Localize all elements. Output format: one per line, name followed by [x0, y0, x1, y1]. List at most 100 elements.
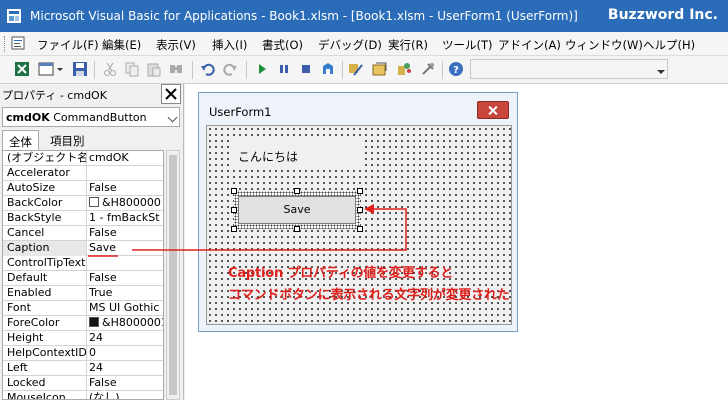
- caption-value-input[interactable]: Save: [89, 241, 163, 256]
- menu-help[interactable]: ヘルプ(H): [643, 37, 695, 53]
- property-value[interactable]: False: [89, 181, 163, 196]
- copy-icon[interactable]: [124, 61, 140, 77]
- property-row[interactable]: (オブジェクト名) cmdOK: [3, 151, 163, 166]
- resize-handle-e[interactable]: [357, 207, 363, 213]
- property-name: Enabled: [3, 286, 87, 301]
- property-row[interactable]: Locked False: [3, 376, 163, 391]
- property-row[interactable]: Left 24: [3, 361, 163, 376]
- design-mode-icon[interactable]: [320, 61, 336, 77]
- property-row[interactable]: ControlTipText: [3, 256, 163, 271]
- property-value[interactable]: False: [89, 376, 163, 391]
- property-value[interactable]: 24: [89, 361, 163, 376]
- property-row[interactable]: Accelerator: [3, 166, 163, 181]
- property-row[interactable]: Cancel False: [3, 226, 163, 241]
- excel-view-icon[interactable]: [14, 61, 30, 77]
- menu-file[interactable]: ファイル(F): [37, 37, 99, 53]
- annotation-text-line1: Caption プロパティの値を変更すると: [228, 266, 454, 281]
- property-value[interactable]: [89, 166, 163, 181]
- toolbar-separator: [94, 61, 95, 79]
- menu-debug[interactable]: デバッグ(D): [318, 37, 382, 53]
- resize-handle-ne[interactable]: [357, 188, 363, 194]
- toolbar-separator: [192, 61, 193, 79]
- property-row[interactable]: Font MS UI Gothic: [3, 301, 163, 316]
- resize-handle-sw[interactable]: [231, 226, 237, 232]
- property-value[interactable]: [89, 256, 163, 271]
- resize-handle-se[interactable]: [357, 226, 363, 232]
- userform-title: UserForm1: [209, 105, 272, 119]
- help-icon[interactable]: ?: [448, 61, 464, 77]
- property-row[interactable]: BackColor &H800000: [3, 196, 163, 211]
- resize-handle-n[interactable]: [294, 188, 300, 194]
- menu-view[interactable]: 表示(V): [156, 37, 196, 53]
- property-value[interactable]: False: [89, 226, 163, 241]
- tab-alphabetic[interactable]: 全体: [2, 130, 39, 150]
- userform-close-button[interactable]: [477, 101, 509, 119]
- find-icon[interactable]: [168, 61, 184, 77]
- menu-addins[interactable]: アドイン(A): [498, 37, 561, 53]
- resize-handle-nw[interactable]: [231, 188, 237, 194]
- property-value[interactable]: 0: [89, 346, 163, 361]
- brand-watermark: Buzzword Inc.: [607, 7, 718, 23]
- property-value[interactable]: 1 - fmBackSt: [89, 211, 163, 226]
- property-value[interactable]: (なし): [89, 391, 163, 399]
- property-value[interactable]: MS UI Gothic: [89, 301, 163, 316]
- property-value[interactable]: True: [89, 286, 163, 301]
- property-row[interactable]: ForeColor &H8000001: [3, 316, 163, 331]
- property-name: ForeColor: [3, 316, 87, 331]
- chevron-down-icon: [657, 70, 665, 74]
- menu-window[interactable]: ウィンドウ(W): [565, 37, 643, 53]
- toolbar-status-field[interactable]: [470, 59, 668, 79]
- property-value[interactable]: cmdOK: [89, 151, 163, 166]
- code-window-icon[interactable]: [11, 36, 25, 50]
- menu-insert[interactable]: 挿入(I): [212, 37, 247, 53]
- cut-icon[interactable]: [102, 61, 118, 77]
- toolbox-icon[interactable]: [420, 61, 436, 77]
- redo-icon[interactable]: [222, 61, 238, 77]
- cmdok-command-button[interactable]: Save: [238, 196, 356, 224]
- paste-icon[interactable]: [146, 61, 162, 77]
- property-row[interactable]: HelpContextID 0: [3, 346, 163, 361]
- scrollbar-thumb[interactable]: [169, 155, 177, 395]
- run-icon[interactable]: [254, 61, 270, 77]
- break-icon[interactable]: [276, 61, 292, 77]
- property-row[interactable]: Height 24: [3, 331, 163, 346]
- object-browser-icon[interactable]: [396, 61, 412, 77]
- object-selector[interactable]: cmdOK CommandButton: [2, 107, 180, 127]
- property-row[interactable]: Default False: [3, 271, 163, 286]
- project-explorer-icon[interactable]: [348, 61, 364, 77]
- resize-handle-s[interactable]: [294, 226, 300, 232]
- menu-run[interactable]: 実行(R): [388, 37, 428, 53]
- property-row[interactable]: AutoSize False: [3, 181, 163, 196]
- reset-icon[interactable]: [298, 61, 314, 77]
- properties-window-icon[interactable]: [372, 61, 388, 77]
- menu-edit[interactable]: 編集(E): [102, 37, 141, 53]
- greeting-label[interactable]: こんにちは: [231, 140, 363, 170]
- insert-userform-icon[interactable]: [38, 61, 54, 77]
- svg-text:?: ?: [453, 65, 459, 76]
- property-value-color[interactable]: &H8000001: [89, 316, 163, 331]
- window-title-bar: Microsoft Visual Basic for Applications …: [0, 0, 728, 32]
- property-value: &H800000: [102, 196, 161, 209]
- toolbar-separator: [246, 61, 247, 79]
- property-name: Font: [3, 301, 87, 316]
- property-row[interactable]: Enabled True: [3, 286, 163, 301]
- property-value[interactable]: False: [89, 271, 163, 286]
- property-value[interactable]: 24: [89, 331, 163, 346]
- tab-categorized[interactable]: 項目別: [44, 130, 91, 150]
- menu-format[interactable]: 書式(O): [262, 37, 303, 53]
- property-row-caption[interactable]: Caption Save: [3, 241, 163, 256]
- property-row[interactable]: BackStyle 1 - fmBackSt: [3, 211, 163, 226]
- resize-handle-w[interactable]: [231, 207, 237, 213]
- save-icon[interactable]: [72, 61, 88, 77]
- property-value-color[interactable]: &H800000: [89, 196, 163, 211]
- dropdown-arrow-icon[interactable]: [56, 61, 64, 77]
- menubar-grip[interactable]: [4, 36, 7, 52]
- menu-tools[interactable]: ツール(T): [442, 37, 493, 53]
- property-name: MouseIcon: [3, 391, 87, 399]
- properties-close-button[interactable]: [161, 84, 181, 104]
- properties-title: プロパティ - cmdOK: [2, 89, 107, 102]
- undo-icon[interactable]: [200, 61, 216, 77]
- properties-window: プロパティ - cmdOK cmdOK CommandButton 全体 項目別…: [0, 84, 184, 400]
- property-row[interactable]: MouseIcon (なし): [3, 391, 163, 399]
- property-grid-scrollbar[interactable]: [166, 150, 180, 400]
